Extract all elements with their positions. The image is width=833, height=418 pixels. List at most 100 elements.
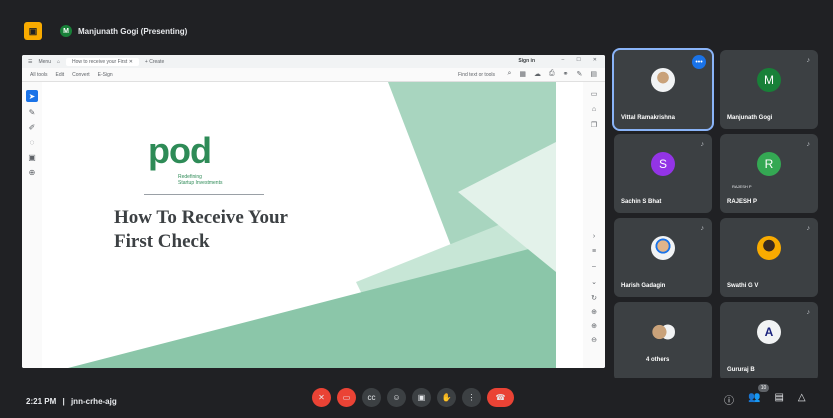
participant-tile[interactable]: 4 others bbox=[614, 302, 712, 381]
participant-avatar: M bbox=[757, 68, 781, 93]
emoji-button[interactable]: ☺ bbox=[387, 388, 406, 407]
participant-name: 4 others bbox=[646, 357, 670, 363]
participant-avatar: R bbox=[757, 152, 781, 177]
camera-off-button[interactable]: ▭ bbox=[337, 388, 356, 407]
top-bar: ▣ M Manjunath Gogi (Presenting) bbox=[18, 14, 818, 48]
pages-icon[interactable]: ❐ bbox=[591, 121, 597, 129]
presenting-label: Manjunath Gogi (Presenting) bbox=[78, 26, 188, 36]
save-icon[interactable]: ▤ bbox=[590, 70, 597, 78]
refresh-icon[interactable]: ↻ bbox=[591, 294, 597, 302]
highlight-tool-icon[interactable]: ✐ bbox=[29, 123, 36, 132]
participant-tile[interactable]: ♪ R RAJESH P RAJESH P bbox=[720, 134, 818, 213]
window-controls: – ☐ ✕ bbox=[562, 57, 597, 63]
presenting-chip[interactable]: M Manjunath Gogi (Presenting) bbox=[60, 25, 187, 37]
participant-tile[interactable]: ♪ A Gururaj B bbox=[720, 302, 818, 381]
maximize-icon[interactable]: ☐ bbox=[576, 57, 580, 63]
participant-name: RAJESH P bbox=[727, 199, 758, 205]
info-icon[interactable]: ⓘ bbox=[724, 392, 734, 407]
chat-icon[interactable]: ▤ bbox=[774, 392, 783, 407]
presenter-avatar: M bbox=[60, 25, 72, 37]
tab-title: How to receive your First bbox=[72, 58, 128, 65]
present-button[interactable]: ▣ bbox=[412, 388, 431, 407]
pdf-toolbar: All tools Edit Convert E-Sign Find text … bbox=[22, 68, 605, 82]
more-options-icon[interactable]: ••• bbox=[692, 55, 706, 69]
meeting-code[interactable]: jnn-crhe-ajg bbox=[71, 397, 117, 406]
cloud-icon[interactable]: ☁ bbox=[534, 70, 541, 78]
zoom-fit-icon[interactable]: ⊕ bbox=[591, 308, 597, 316]
leave-call-button[interactable]: ☎ bbox=[487, 388, 514, 407]
participant-name: Vittal Ramakrishna bbox=[621, 115, 675, 121]
slide-title: How To Receive Your First Check bbox=[114, 206, 288, 254]
cursor-tool-icon[interactable]: ➤ bbox=[26, 90, 38, 102]
slide-tagline: Redefining Startup Investments bbox=[178, 174, 222, 186]
toolbar-esign[interactable]: E-Sign bbox=[98, 72, 113, 78]
toolbar-all-tools[interactable]: All tools bbox=[30, 72, 48, 78]
toolbar-edit[interactable]: Edit bbox=[56, 72, 65, 78]
group-avatars bbox=[651, 320, 675, 345]
browser-titlebar: ☰ Menu ⌂ How to receive your First ✕ + C… bbox=[22, 55, 605, 68]
new-tab-button[interactable]: + Create bbox=[145, 59, 164, 65]
slide-title-line2: First Check bbox=[114, 231, 210, 252]
participant-tile[interactable]: ♪ S Sachin S Bhat bbox=[614, 134, 712, 213]
zoom-out-icon[interactable]: ⊖ bbox=[591, 336, 597, 344]
browser-tab[interactable]: How to receive your First ✕ bbox=[66, 57, 139, 66]
participant-name: Gururaj B bbox=[727, 367, 755, 373]
captions-button[interactable]: cc bbox=[362, 388, 381, 407]
participant-name: Harish Gadagin bbox=[621, 283, 666, 289]
text-tool-icon[interactable]: ▣ bbox=[28, 153, 36, 162]
toolbar-icons: ⌕ ▦ ☁ ⎙ ⚭ ✎ ▤ bbox=[507, 70, 597, 78]
scroll-up-icon[interactable]: › bbox=[593, 233, 595, 240]
participant-tile[interactable]: ♪ M Manjunath Gogi bbox=[720, 50, 818, 129]
participant-tile[interactable]: ••• Vittal Ramakrishna bbox=[612, 48, 714, 131]
page-num-icon[interactable]: ≡ bbox=[592, 248, 596, 255]
raise-hand-button[interactable]: ✋ bbox=[437, 388, 456, 407]
home-icon[interactable]: ⌂ bbox=[57, 59, 60, 65]
chevron-down-icon[interactable]: ⌄ bbox=[591, 278, 597, 286]
participant-name: Swathi G V bbox=[727, 283, 759, 289]
minimize-icon[interactable]: – bbox=[562, 57, 565, 63]
search-icon[interactable]: ⌕ bbox=[507, 70, 511, 78]
left-toolbar: ➤ ✎ ✐ ◌ ▣ ⊕ bbox=[22, 82, 42, 368]
comment-icon[interactable]: ▭ bbox=[591, 90, 598, 98]
participant-subname: RAJESH P bbox=[732, 184, 752, 189]
stamp-tool-icon[interactable]: ⊕ bbox=[29, 168, 36, 177]
toolbar-convert[interactable]: Convert bbox=[72, 72, 90, 78]
mic-off-icon: ♪ bbox=[806, 57, 811, 64]
participant-photo bbox=[651, 68, 675, 93]
meet-logo-icon: ▣ bbox=[24, 22, 42, 40]
mic-off-button[interactable]: ✕ bbox=[312, 388, 331, 407]
right-toolbar: ▭ ⌂ ❐ › ≡ – ⌄ ↻ ⊕ ⊕ ⊖ bbox=[583, 82, 605, 368]
grid-icon[interactable]: ▦ bbox=[519, 70, 526, 78]
print-icon[interactable]: ⎙ bbox=[549, 70, 555, 78]
bottom-bar: 2:21 PM | jnn-crhe-ajg ✕ ▭ cc ☺ ▣ ✋ ⋮ ☎ … bbox=[0, 378, 833, 418]
dash-icon[interactable]: – bbox=[592, 263, 596, 270]
meeting-info: 2:21 PM | jnn-crhe-ajg bbox=[26, 397, 117, 406]
mic-off-icon: ♪ bbox=[806, 141, 811, 148]
menu-icon[interactable]: ☰ bbox=[28, 59, 32, 65]
people-count-badge: 10 bbox=[758, 384, 769, 392]
close-icon[interactable]: ✕ bbox=[593, 57, 597, 63]
sign-in-button[interactable]: Sign in bbox=[518, 58, 535, 64]
zoom-in-icon[interactable]: ⊕ bbox=[591, 322, 597, 330]
mic-off-icon: ♪ bbox=[700, 225, 705, 232]
participant-grid: ••• Vittal Ramakrishna ♪ M Manjunath Gog… bbox=[612, 48, 822, 381]
participant-tile[interactable]: ♪ Harish Gadagin bbox=[614, 218, 712, 297]
mic-off-icon: ♪ bbox=[806, 309, 811, 316]
participant-logo: A bbox=[757, 320, 781, 345]
find-text-field[interactable]: Find text or tools bbox=[458, 72, 495, 78]
tagline-line2: Startup Investments bbox=[178, 180, 223, 186]
draw-tool-icon[interactable]: ◌ bbox=[30, 138, 35, 147]
link-icon[interactable]: ⚭ bbox=[563, 70, 569, 78]
pen-icon[interactable]: ✎ bbox=[577, 70, 583, 78]
participant-photo bbox=[757, 236, 781, 261]
separator: | bbox=[62, 397, 65, 406]
comment-tool-icon[interactable]: ✎ bbox=[29, 108, 36, 117]
activities-icon[interactable]: △ bbox=[798, 392, 806, 407]
tag-icon[interactable]: ⌂ bbox=[592, 106, 596, 113]
mic-off-icon: ♪ bbox=[700, 141, 705, 148]
menu-label[interactable]: Menu bbox=[38, 59, 51, 65]
participant-tile[interactable]: ♪ Swathi G V bbox=[720, 218, 818, 297]
more-options-button[interactable]: ⋮ bbox=[462, 388, 481, 407]
people-icon[interactable]: 👥 bbox=[748, 392, 760, 407]
shared-screen: ☰ Menu ⌂ How to receive your First ✕ + C… bbox=[22, 55, 605, 368]
